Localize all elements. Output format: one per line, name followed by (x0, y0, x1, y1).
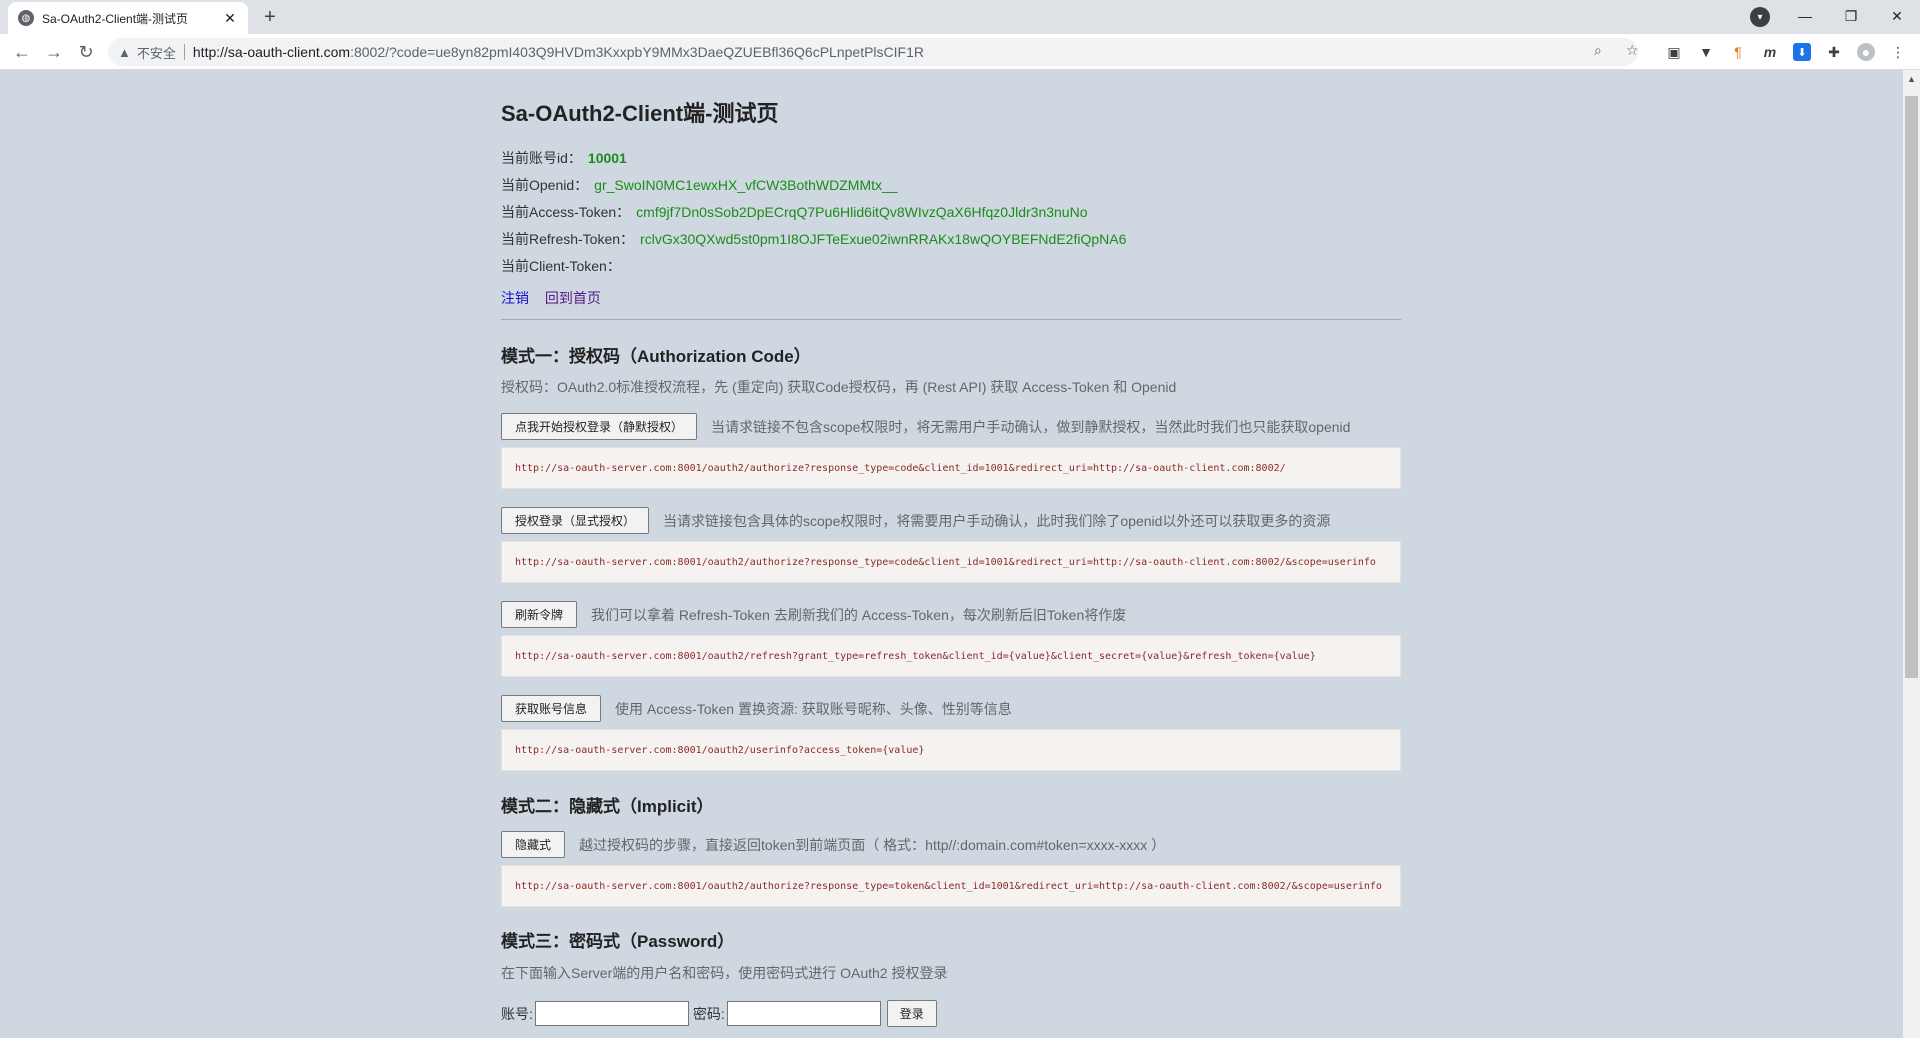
close-window-button[interactable]: ✕ (1874, 0, 1920, 32)
userinfo-code: http://sa-oauth-server.com:8001/oauth2/u… (501, 729, 1401, 771)
info-value: rclvGx30QXwd5st0pm1I8OJFTeExue02iwnRRAKx… (640, 231, 1127, 247)
extension-save-icon[interactable]: ⬇ (1793, 43, 1811, 61)
silent-auth-button[interactable]: 点我开始授权登录（静默授权） (501, 413, 698, 440)
username-label: 账号: (501, 1005, 533, 1022)
page-title: Sa-OAuth2-Client端-测试页 (501, 101, 779, 126)
login-button[interactable]: 登录 (886, 1000, 937, 1027)
tab-title: Sa-OAuth2-Client端-测试页 (42, 11, 189, 26)
insecure-label: 不安全 (136, 45, 176, 61)
new-tab-button[interactable]: + (258, 5, 282, 29)
tab-search-icon[interactable]: ▾ (1750, 7, 1770, 27)
info-client-token: 当前Client-Token： (501, 256, 627, 276)
browser-toolbar: ← → ↻ ▲ 不安全 http://sa-oauth-client.com:8… (0, 34, 1920, 70)
info-label: 当前账号id： (501, 150, 582, 166)
scroll-up-icon[interactable]: ▲ (1907, 74, 1916, 84)
password-label: 密码: (692, 1005, 725, 1022)
url-path: :8002/?code=ue8yn82pmI403Q9HVDm3KxxpbY9M… (350, 44, 924, 60)
info-label: 当前Openid： (501, 177, 589, 193)
info-label: 当前Access-Token： (501, 204, 631, 220)
explicit-auth-code: http://sa-oauth-server.com:8001/oauth2/a… (501, 541, 1401, 583)
reload-icon[interactable]: ↻ (72, 38, 100, 66)
url-host: http://sa-oauth-client.com (192, 44, 351, 60)
info-label: 当前Refresh-Token： (501, 231, 635, 247)
implicit-button[interactable]: 隐藏式 (501, 831, 566, 858)
refresh-token-code: http://sa-oauth-server.com:8001/oauth2/r… (501, 635, 1401, 677)
omnibox-divider (183, 44, 185, 60)
username-input[interactable] (534, 1001, 689, 1026)
warning-icon: ▲ (118, 44, 131, 60)
mode2-row: 隐藏式 越过授权码的步骤，直接返回token到前端页面（ 格式：http//:d… (501, 831, 1165, 858)
info-account-id: 当前账号id： 10001 (501, 148, 627, 168)
info-value: cmf9jf7Dn0sSob2DpECrqQ7Pu6Hlid6itQv8WIvz… (636, 204, 1088, 220)
info-openid: 当前Openid： gr_SwoIN0MC1ewxHX_vfCW3BothWDZM… (501, 175, 898, 195)
divider (501, 319, 1401, 320)
zoom-icon[interactable]: ⌕ (1594, 42, 1602, 59)
mode1-refresh-row: 刷新令牌 我们可以拿着 Refresh-Token 去刷新我们的 Access-… (501, 601, 1126, 628)
refresh-token-button[interactable]: 刷新令牌 (501, 601, 578, 628)
tab-strip: ◍ Sa-OAuth2-Client端-测试页 ✕ + ▾ — ❐ ✕ (0, 0, 1920, 34)
info-value: gr_SwoIN0MC1ewxHX_vfCW3BothWDZMMtx__ (594, 177, 898, 193)
info-label: 当前Client-Token： (501, 258, 621, 274)
logout-link[interactable]: 注销 (501, 290, 529, 306)
refresh-token-desc: 我们可以拿着 Refresh-Token 去刷新我们的 Access-Token… (591, 606, 1127, 623)
mode1-silent-row: 点我开始授权登录（静默授权） 当请求链接不包含scope权限时，将无需用户手动确… (501, 413, 1350, 440)
info-access-token: 当前Access-Token： cmf9jf7Dn0sSob2DpECrqQ7Pu… (501, 202, 1087, 222)
menu-kebab-icon[interactable]: ⋮ (1889, 43, 1907, 61)
explicit-auth-desc: 当请求链接包含具体的scope权限时，将需要用户手动确认，此时我们除了openi… (663, 512, 1331, 529)
back-icon[interactable]: ← (8, 38, 36, 66)
scrollbar-thumb[interactable] (1905, 96, 1918, 678)
extensions-puzzle-icon[interactable]: ✚ (1825, 43, 1843, 61)
password-input[interactable] (726, 1001, 881, 1026)
page-scrollbar[interactable]: ▲ (1903, 70, 1920, 1038)
implicit-desc: 越过授权码的步骤，直接返回token到前端页面（ 格式：http//:domai… (579, 836, 1166, 853)
extension-qr-icon[interactable]: ▣ (1665, 43, 1683, 61)
extension-m-icon[interactable]: m (1761, 43, 1779, 61)
implicit-code: http://sa-oauth-server.com:8001/oauth2/a… (501, 865, 1401, 907)
minimize-button[interactable]: — (1782, 0, 1828, 32)
silent-auth-code: http://sa-oauth-server.com:8001/oauth2/a… (501, 447, 1401, 489)
password-login-form: 账号: 密码: 登录 (501, 1000, 937, 1027)
globe-icon: ◍ (18, 10, 34, 26)
action-links: 注销 回到首页 (501, 288, 613, 308)
mode3-desc: 在下面输入Server端的用户名和密码，使用密码式进行 OAuth2 授权登录 (501, 965, 948, 981)
extension-vue-icon[interactable]: ▼ (1697, 43, 1715, 61)
restore-button[interactable]: ❐ (1828, 0, 1874, 32)
mode1-userinfo-row: 获取账号信息 使用 Access-Token 置换资源: 获取账号昵称、头像、性… (501, 695, 1012, 722)
userinfo-button[interactable]: 获取账号信息 (501, 695, 602, 722)
bookmark-star-icon[interactable]: ☆ (1626, 42, 1639, 59)
address-bar[interactable]: ▲ 不安全 http://sa-oauth-client.com:8002/?c… (108, 38, 1638, 66)
info-value: 10001 (587, 150, 627, 166)
profile-avatar-icon[interactable]: ● (1857, 43, 1875, 61)
mode1-title: 模式一：授权码（Authorization Code） (501, 347, 811, 366)
home-link[interactable]: 回到首页 (545, 290, 601, 306)
page-viewport: Sa-OAuth2-Client端-测试页 当前账号id： 10001 当前Ope… (0, 70, 1903, 1038)
mode3-title: 模式三：密码式（Password） (501, 932, 735, 951)
extension-paragraph-icon[interactable]: ¶ (1729, 43, 1747, 61)
close-tab-icon[interactable]: ✕ (222, 10, 238, 27)
explicit-auth-button[interactable]: 授权登录（显式授权） (501, 507, 650, 534)
forward-icon[interactable]: → (40, 38, 68, 66)
mode2-title: 模式二：隐藏式（Implicit） (501, 797, 714, 816)
browser-tab[interactable]: ◍ Sa-OAuth2-Client端-测试页 ✕ (8, 2, 248, 34)
userinfo-desc: 使用 Access-Token 置换资源: 获取账号昵称、头像、性别等信息 (615, 700, 1012, 717)
info-refresh-token: 当前Refresh-Token： rclvGx30QXwd5st0pm1I8OJF… (501, 229, 1126, 249)
mode1-desc: 授权码：OAuth2.0标准授权流程，先 (重定向) 获取Code授权码，再 (… (501, 379, 1177, 395)
url-text[interactable]: http://sa-oauth-client.com:8002/?code=ue… (193, 44, 924, 60)
silent-auth-desc: 当请求链接不包含scope权限时，将无需用户手动确认，做到静默授权，当然此时我们… (711, 418, 1351, 435)
mode1-explicit-row: 授权登录（显式授权） 当请求链接包含具体的scope权限时，将需要用户手动确认，… (501, 507, 1330, 534)
